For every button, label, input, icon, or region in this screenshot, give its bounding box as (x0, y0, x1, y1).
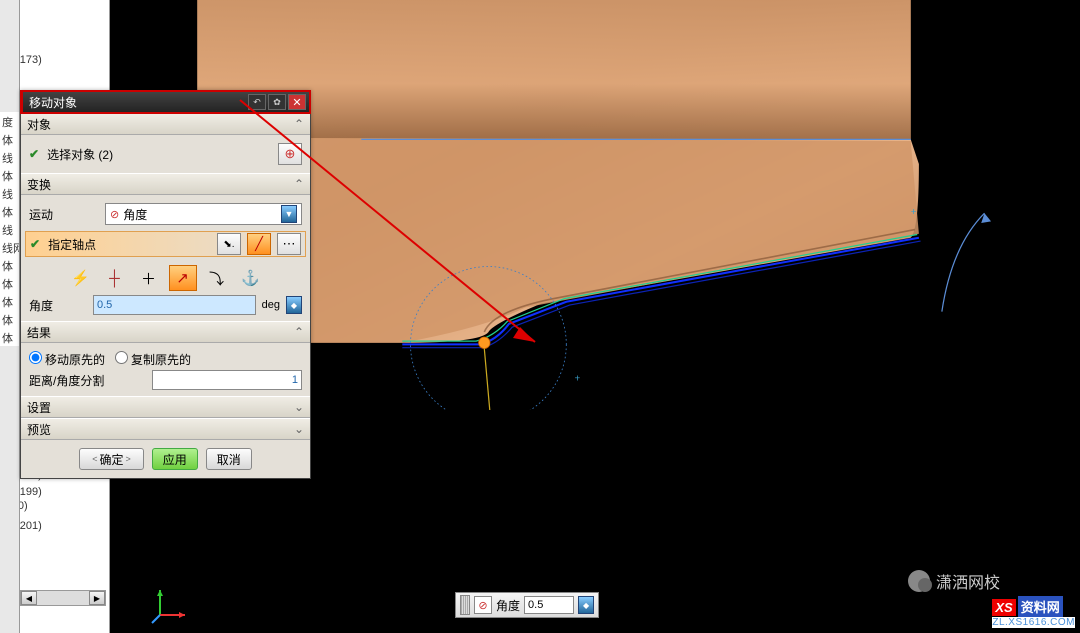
section-object-header[interactable]: 对象 ⌃ (21, 113, 310, 135)
mini-angle-label: 角度 (496, 597, 520, 614)
sidebar-item[interactable]: 体 (0, 310, 19, 328)
wechat-icon (908, 570, 930, 592)
section-label: 结果 (27, 324, 51, 341)
sidebar-item[interactable]: 线 (0, 148, 19, 166)
axis-point-label: 指定轴点 (48, 236, 96, 253)
select-object-label: 选择对象 (2) (47, 146, 113, 163)
section-label: 设置 (27, 399, 51, 416)
angle-input-row: 角度 deg ◆ (29, 295, 302, 315)
sidebar-item[interactable]: 体 (0, 274, 19, 292)
drag-grip-icon[interactable] (460, 595, 470, 615)
dialog-title: 移动对象 (29, 94, 246, 111)
crosshair-icon[interactable]: ┼ (101, 265, 129, 291)
axis-gizmo-icon (150, 585, 190, 628)
chevron-up-icon[interactable]: ⌃ (294, 325, 304, 339)
angle-unit: deg (262, 299, 280, 311)
diagonal-arrow-icon[interactable]: ↗ (169, 265, 197, 291)
anchor-icon[interactable]: ⚓ (237, 265, 265, 291)
more-options-icon[interactable]: ⋯ (277, 233, 301, 255)
target-icon[interactable]: ⊕ (278, 143, 302, 165)
pick-point-icon[interactable]: ⬊. (217, 233, 241, 255)
sidebar-item[interactable]: 度 (0, 112, 19, 130)
section-preview-header[interactable]: 预览 ⌄ (21, 418, 310, 440)
scroll-right-button[interactable]: ▶ (89, 591, 105, 605)
ok-button[interactable]: <确定> (79, 448, 144, 470)
undo-icon[interactable]: ↶ (248, 94, 266, 110)
scroll-left-button[interactable]: ◀ (21, 591, 37, 605)
move-object-dialog: 移动对象 ↶ ✿ ✕ 对象 ⌃ ✔ 选择对象 (2) ⊕ 变换 ⌃ 运动 ⊘ 角… (20, 90, 311, 479)
section-result-header[interactable]: 结果 ⌃ (21, 321, 310, 343)
watermark-brand2: 资料网 (1018, 596, 1063, 617)
chevron-up-icon[interactable]: ⌃ (294, 117, 304, 131)
site-watermark: XS资料网 ZL.XS1616.COM (992, 596, 1075, 628)
section-label: 预览 (27, 421, 51, 438)
motion-dropdown[interactable]: ⊘ 角度 ▼ (105, 203, 302, 225)
scroll-track[interactable] (37, 591, 89, 605)
apply-button[interactable]: 应用 (152, 448, 198, 470)
sidebar-item[interactable]: 体 (0, 166, 19, 184)
divide-input[interactable] (152, 370, 302, 390)
watermark-url: ZL.XS1616.COM (992, 617, 1075, 628)
settings-gear-icon[interactable]: ✿ (268, 94, 286, 110)
floating-angle-input[interactable]: ⊘ 角度 ◆ (455, 592, 599, 618)
divide-label: 距离/角度分割 (29, 372, 148, 389)
sidebar-item[interactable]: 线网 (0, 238, 19, 256)
angle-icon[interactable]: ⊘ (474, 596, 492, 614)
tree-scrollbar[interactable]: ◀ ▶ (20, 590, 106, 606)
chevron-down-icon[interactable]: ⌄ (294, 400, 304, 414)
vertical-tab-strip: 度 体 线 体 线 体 线 线网 体 体 体 体 体 (0, 0, 20, 633)
check-icon: ✔ (30, 237, 40, 251)
move-original-radio[interactable]: 移动原先的 (29, 351, 105, 368)
mini-angle-input[interactable] (524, 596, 574, 614)
motion-label: 运动 (29, 206, 99, 223)
angle-label: 角度 (29, 297, 89, 314)
angle-icon: ⊘ (110, 208, 119, 221)
dialog-button-row: <确定> 应用 取消 (21, 440, 310, 478)
lightning-icon[interactable]: ⚡ (67, 265, 95, 291)
chevron-down-icon[interactable]: ⌄ (294, 422, 304, 436)
sidebar-item[interactable]: 体 (0, 256, 19, 274)
dialog-titlebar[interactable]: 移动对象 ↶ ✿ ✕ (21, 91, 310, 113)
check-icon: ✔ (29, 147, 39, 161)
plus-icon[interactable]: ＋ (135, 265, 163, 291)
wechat-label: 潇洒网校 (936, 569, 1000, 593)
spinner-icon[interactable]: ◆ (578, 596, 594, 614)
section-result-body: 移动原先的 复制原先的 距离/角度分割 (21, 343, 310, 396)
sidebar-item[interactable]: 体 (0, 328, 19, 346)
watermark-brand1: XS (992, 599, 1015, 616)
wechat-watermark: 潇洒网校 (908, 569, 1000, 593)
cancel-button[interactable]: 取消 (206, 448, 252, 470)
section-object-body: ✔ 选择对象 (2) ⊕ (21, 135, 310, 173)
sidebar-item[interactable]: 线 (0, 220, 19, 238)
section-transform-header[interactable]: 变换 ⌃ (21, 173, 310, 195)
section-label: 对象 (27, 116, 51, 133)
sidebar-item[interactable]: 体 (0, 202, 19, 220)
copy-original-radio[interactable]: 复制原先的 (115, 351, 191, 368)
sidebar-item[interactable]: 线 (0, 184, 19, 202)
sidebar-item[interactable]: 体 (0, 292, 19, 310)
section-settings-header[interactable]: 设置 ⌄ (21, 396, 310, 418)
vector-direction-icon[interactable]: ╱ (247, 233, 271, 255)
curve-icon[interactable]: ⤵ (203, 265, 231, 291)
spinner-icon[interactable]: ◆ (286, 296, 302, 314)
sidebar-item[interactable]: 体 (0, 130, 19, 148)
section-label: 变换 (27, 176, 51, 193)
motion-value: 角度 (123, 206, 281, 223)
angle-input[interactable] (93, 295, 256, 315)
section-transform-body: 运动 ⊘ 角度 ▼ ✔ 指定轴点 ⬊. ╱ ⋯ ⚡ ┼ ＋ ↗ ⤵ ⚓ 角度 d (21, 195, 310, 321)
close-icon[interactable]: ✕ (288, 94, 306, 110)
dropdown-arrow-icon[interactable]: ▼ (281, 205, 297, 223)
chevron-up-icon[interactable]: ⌃ (294, 177, 304, 191)
axis-method-row: ⚡ ┼ ＋ ↗ ⤵ ⚓ (29, 261, 302, 295)
